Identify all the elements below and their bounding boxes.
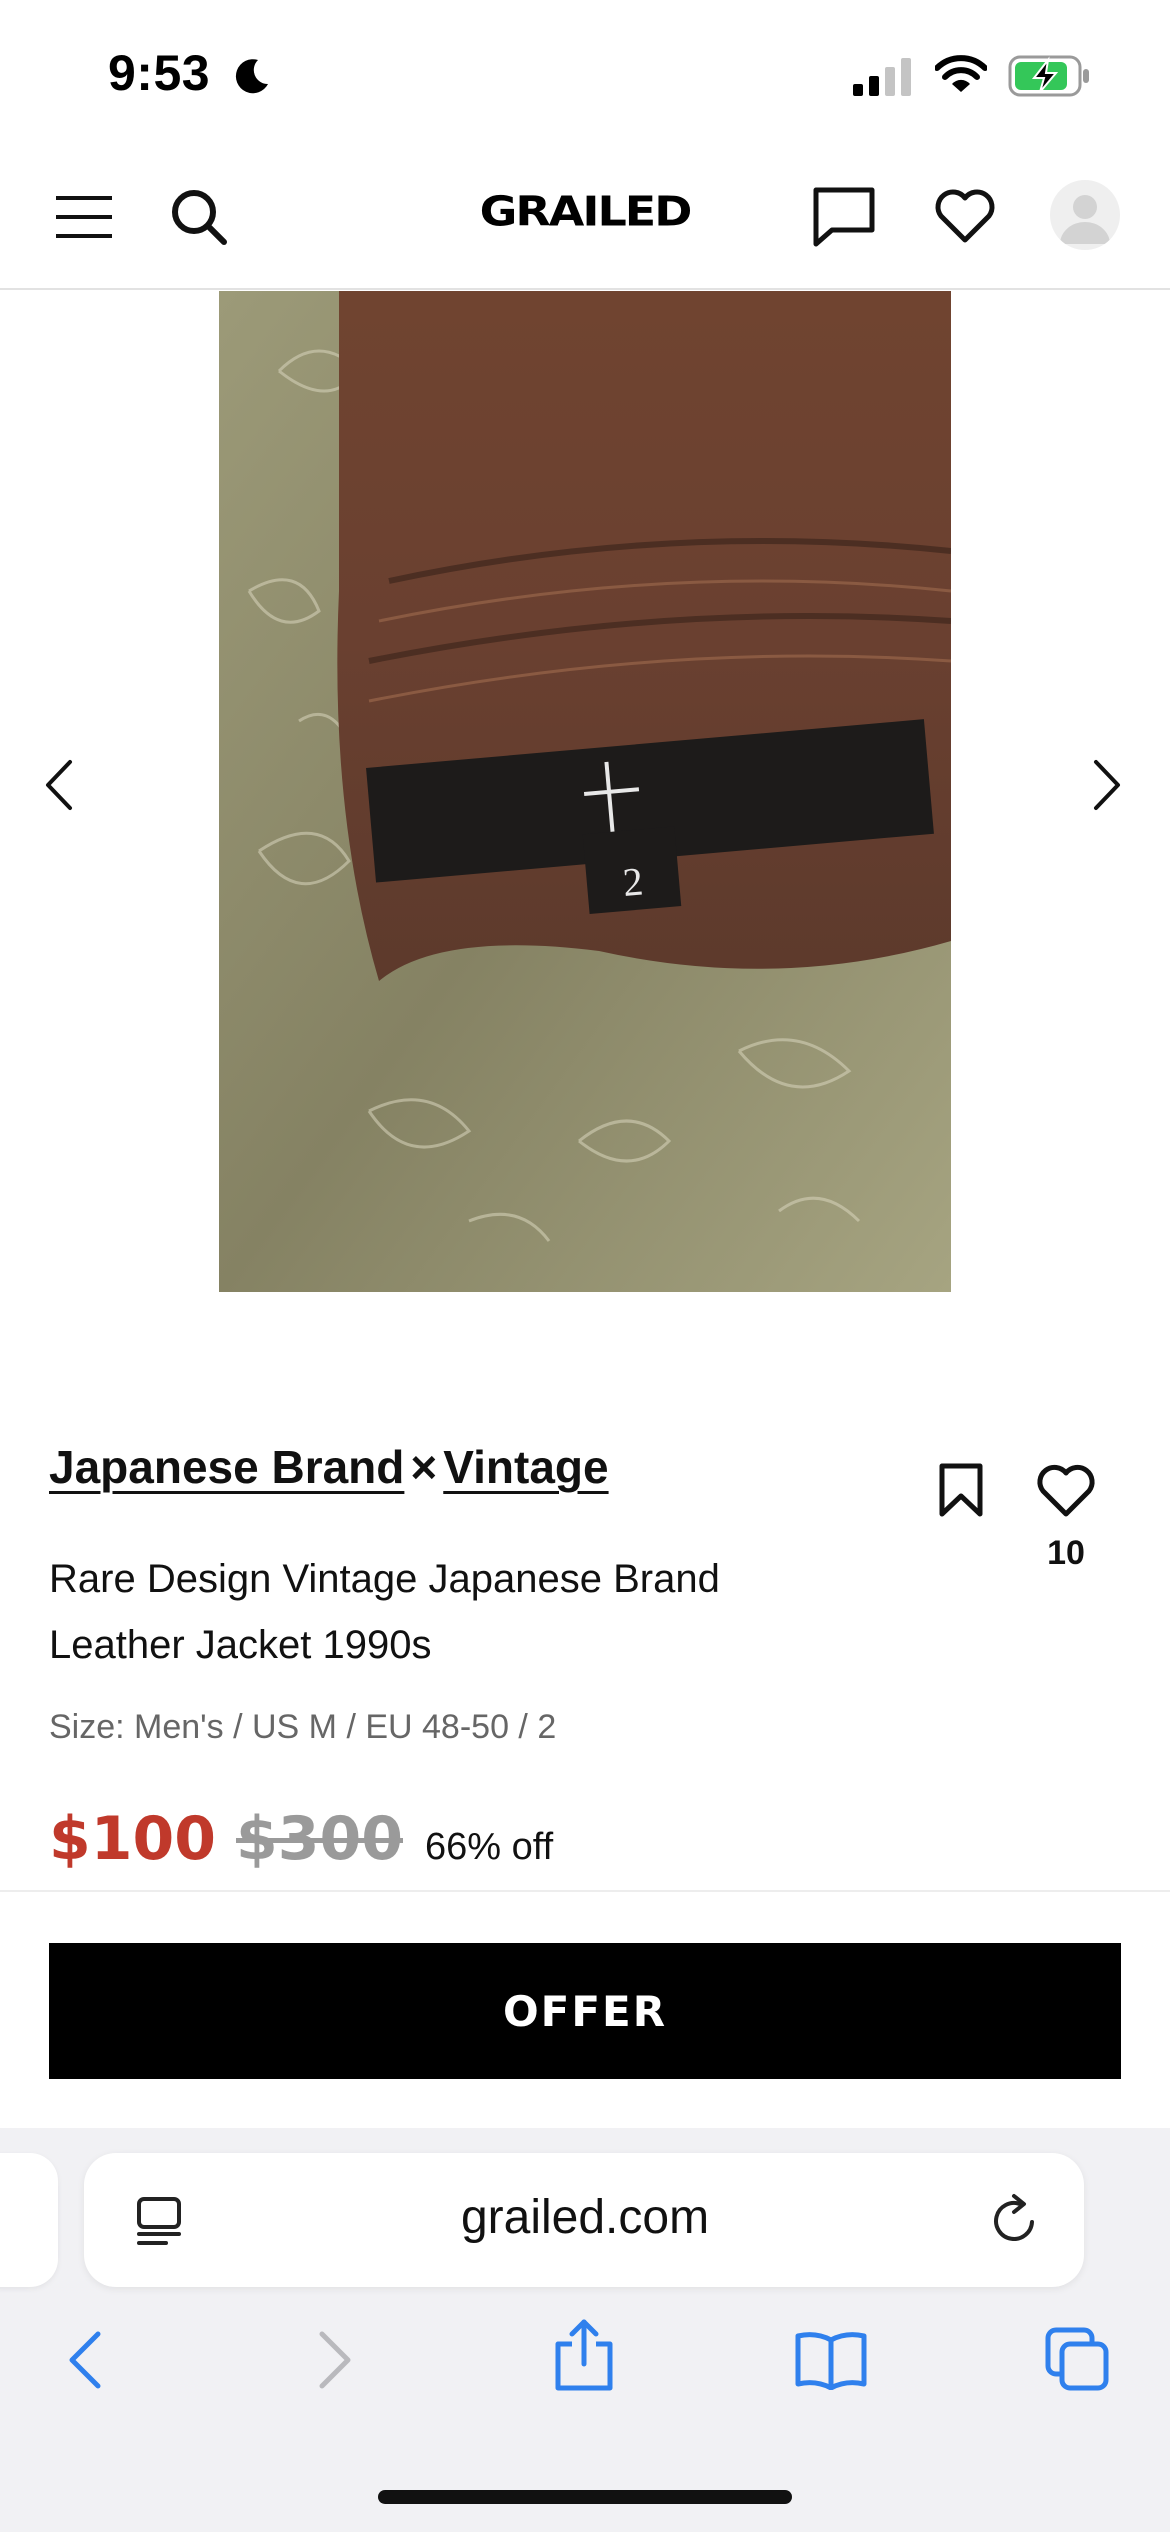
- heart-icon[interactable]: [1036, 1464, 1096, 1518]
- moon-icon: [235, 59, 268, 94]
- brand-link-japanese-brand[interactable]: Japanese Brand: [49, 1441, 404, 1493]
- offer-button[interactable]: OFFER: [49, 1943, 1121, 2079]
- previous-tab-peek[interactable]: [0, 2153, 58, 2287]
- grailed-logo[interactable]: GRAILED: [478, 190, 693, 231]
- brand-separator: ×: [410, 1441, 438, 1493]
- product-photo[interactable]: 2: [219, 291, 951, 1292]
- wifi-icon: [935, 55, 987, 92]
- cellular-signal-icon: [853, 58, 911, 96]
- chevron-left-icon[interactable]: [44, 758, 74, 812]
- reload-icon[interactable]: [990, 2192, 1040, 2246]
- leather-jacket-image: 2: [219, 291, 951, 1292]
- size-tag-number: 2: [621, 858, 645, 905]
- back-icon[interactable]: [66, 2330, 102, 2390]
- listing-title: Rare Design Vintage Japanese Brand Leath…: [49, 1557, 720, 1667]
- bookmarks-icon[interactable]: [794, 2330, 868, 2390]
- original-price: $300: [236, 1804, 403, 1874]
- profile-avatar-icon: [1060, 195, 1110, 244]
- home-indicator: [378, 2490, 792, 2504]
- chevron-right-icon[interactable]: [1092, 758, 1122, 812]
- bookmark-icon[interactable]: [938, 1462, 984, 1518]
- battery-charging-icon: [1008, 55, 1089, 97]
- reader-icon[interactable]: [136, 2196, 182, 2248]
- menu-icon[interactable]: [56, 194, 112, 240]
- share-icon[interactable]: [552, 2318, 616, 2392]
- size-info: Size: Men's / US M / EU 48-50 / 2: [49, 1708, 557, 1746]
- discount-label: 66% off: [425, 1826, 554, 1868]
- forward-icon[interactable]: [318, 2330, 354, 2390]
- like-count: 10: [1047, 1534, 1085, 1572]
- tabs-icon[interactable]: [1044, 2326, 1112, 2394]
- search-icon[interactable]: [170, 188, 228, 246]
- profile-avatar[interactable]: [1050, 180, 1120, 250]
- brand-link-vintage[interactable]: Vintage: [443, 1441, 608, 1493]
- current-price: $100: [49, 1804, 216, 1874]
- favorites-heart-icon[interactable]: [934, 188, 996, 244]
- price-row: $100 $300 66% off: [49, 1804, 553, 1884]
- url-text[interactable]: grailed.com: [300, 2190, 870, 2245]
- status-time: 9:53: [108, 45, 211, 101]
- designer-line: Japanese Brand × Vintage: [49, 1440, 609, 1494]
- messages-icon[interactable]: [812, 186, 876, 248]
